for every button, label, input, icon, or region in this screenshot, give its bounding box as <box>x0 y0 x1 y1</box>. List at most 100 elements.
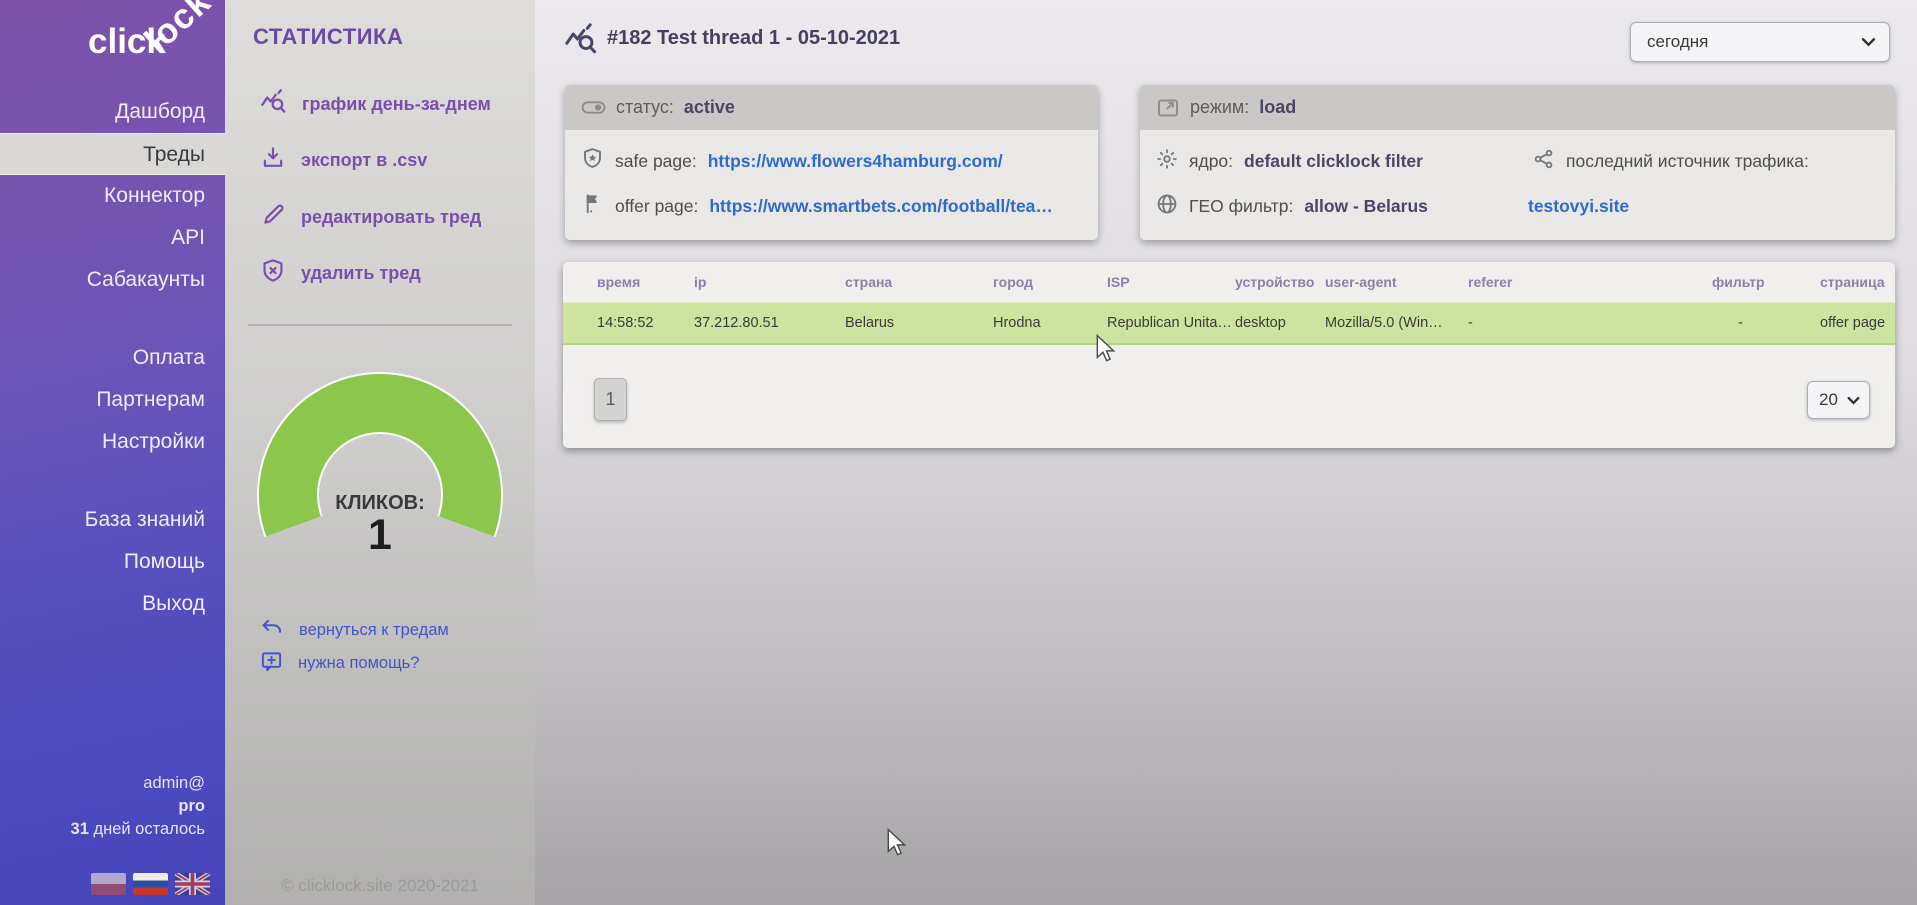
table-cell-9: offer page <box>1820 302 1895 344</box>
page-title: #182 Test thread 1 - 05-10-2021 <box>607 27 900 50</box>
link-label: вернуться к тредам <box>299 621 449 640</box>
visits-table-card: времяipстранагородISPустройствоuser-agen… <box>563 262 1895 448</box>
status-row-safe-page: safe page:https://www.flowers4hamburg.co… <box>581 146 1003 176</box>
status-card: статус: active safe page:https://www.flo… <box>565 85 1098 240</box>
clicklock-app: { "colors": { "accent_purple": "#7a4fab"… <box>0 0 1917 905</box>
poland-flag-icon[interactable] <box>91 873 126 895</box>
table-cell-3: Hrodna <box>993 302 1107 344</box>
mode-label: режим: <box>1190 97 1249 118</box>
menu-item-label: экспорт в .csv <box>301 150 427 171</box>
status-value: active <box>684 97 735 118</box>
menu-item-export-csv[interactable]: экспорт в .csv <box>260 142 427 178</box>
row-label: ГЕО фильтр: <box>1189 196 1293 217</box>
table-cell-6: Mozilla/5.0 (Win… <box>1325 302 1468 344</box>
uk-flag-icon[interactable] <box>175 873 210 895</box>
traffic-source-link-row: testovyi.site <box>1528 191 1629 221</box>
language-switcher <box>91 873 210 895</box>
table-cell-1: 37.212.80.51 <box>694 302 845 344</box>
row-value: allow - Belarus <box>1304 196 1428 217</box>
page-size-select[interactable]: 20 <box>1807 381 1870 419</box>
menu-item-edit-thread[interactable]: редактировать тред <box>260 199 481 235</box>
sidebar-item-dashboard[interactable]: Дашборд <box>0 91 225 133</box>
chart-search-icon <box>563 22 599 61</box>
chart-search-icon <box>260 88 287 120</box>
table-cell-4: Republican Unita… <box>1107 302 1235 344</box>
status-label: статус: <box>616 97 674 118</box>
row-label: offer page: <box>615 196 698 217</box>
stats-panel: СТАТИСТИКА график день-за-днем экспорт в … <box>225 0 535 905</box>
row-link[interactable]: https://www.smartbets.com/football/tea… <box>709 196 1053 217</box>
column-header-0: время <box>563 262 694 302</box>
main-content: #182 Test thread 1 - 05-10-2021 сегодня … <box>535 0 1917 905</box>
link-back-to-threads[interactable]: вернуться к тредам <box>260 617 449 644</box>
column-header-2: страна <box>845 262 993 302</box>
mode-card-header: режим: load <box>1140 85 1895 130</box>
globe-icon <box>1156 193 1178 220</box>
sidebar-item-threads[interactable]: Треды <box>0 133 225 175</box>
page-size-value: 20 <box>1819 390 1838 410</box>
undo-icon <box>260 616 284 645</box>
link-label: нужна помощь? <box>298 654 419 673</box>
copyright-footer: © clicklock.site 2020-2021 <box>225 876 535 896</box>
table-cell-2: Belarus <box>845 302 993 344</box>
period-select[interactable]: сегодня <box>1630 22 1890 62</box>
chevron-down-icon <box>1861 37 1876 47</box>
status-card-header: статус: active <box>565 85 1098 130</box>
mode-row-last-traffic-source: последний источник трафика: <box>1533 146 1809 176</box>
column-header-8: фильтр <box>1712 262 1820 302</box>
traffic-source-link[interactable]: testovyi.site <box>1528 196 1629 217</box>
account-plan: pro <box>71 795 205 818</box>
share-icon <box>1533 148 1555 175</box>
period-select-value: сегодня <box>1647 32 1708 52</box>
column-header-3: город <box>993 262 1107 302</box>
gear-icon <box>1156 148 1178 175</box>
chevron-down-icon <box>1847 396 1860 405</box>
row-value: default clicklock filter <box>1244 151 1423 172</box>
column-header-5: устройство <box>1235 262 1325 302</box>
row-label: последний источник трафика: <box>1566 151 1809 172</box>
sidebar-item-api[interactable]: API <box>0 217 225 259</box>
link-need-help[interactable]: нужна помощь? <box>260 650 419 677</box>
sidebar-item-payment[interactable]: Оплата <box>0 337 225 379</box>
sidebar-item-knowledge-base[interactable]: База знаний <box>0 499 225 541</box>
table-row[interactable]: 14:58:5237.212.80.51BelarusHrodnaRepubli… <box>563 302 1895 344</box>
menu-item-label: редактировать тред <box>301 207 481 228</box>
download-icon <box>260 145 286 176</box>
mode-value: load <box>1259 97 1296 118</box>
table-body: 14:58:5237.212.80.51BelarusHrodnaRepubli… <box>563 302 1895 344</box>
shield-x-icon <box>260 258 286 289</box>
column-header-4: ISP <box>1107 262 1235 302</box>
account-email: admin@ <box>71 772 205 795</box>
menu-item-chart-day-by-day[interactable]: график день-за-днем <box>260 86 491 122</box>
column-header-1: ip <box>694 262 845 302</box>
mode-card: режим: load ядро: default clicklock filte… <box>1140 85 1895 240</box>
stats-panel-title: СТАТИСТИКА <box>253 24 403 50</box>
column-header-7: referer <box>1468 262 1712 302</box>
sidebar-item-partners[interactable]: Партнерам <box>0 379 225 421</box>
menu-item-delete-thread[interactable]: удалить тред <box>260 255 421 291</box>
sidebar-item-help[interactable]: Помощь <box>0 541 225 583</box>
table-cell-7: - <box>1468 302 1712 344</box>
sidebar-item-logout[interactable]: Выход <box>0 583 225 625</box>
sidebar: clicklock ДашбордТредыКоннекторAPIСабака… <box>0 0 225 905</box>
column-header-9: страница <box>1820 262 1895 302</box>
page-1-button[interactable]: 1 <box>594 378 627 421</box>
column-header-6: user-agent <box>1325 262 1468 302</box>
account-days-left: 31 дней осталось <box>71 818 205 841</box>
toggle-icon <box>581 95 606 120</box>
stats-divider <box>248 324 512 326</box>
account-info: admin@ pro 31 дней осталось <box>71 772 205 841</box>
row-label: ядро: <box>1189 151 1233 172</box>
russia-flag-icon[interactable] <box>133 873 168 895</box>
sidebar-item-subaccounts[interactable]: Сабакаунты <box>0 259 225 301</box>
sidebar-item-settings[interactable]: Настройки <box>0 421 225 463</box>
row-link[interactable]: https://www.flowers4hamburg.com/ <box>708 151 1003 172</box>
table-cell-5: desktop <box>1235 302 1325 344</box>
flag-icon <box>581 192 604 220</box>
add-comment-icon <box>260 650 283 678</box>
sidebar-item-connector[interactable]: Коннектор <box>0 175 225 217</box>
table-cell-8: - <box>1712 302 1820 344</box>
status-row-offer-page: offer page: https://www.smartbets.com/foo… <box>581 191 1053 221</box>
table-cell-0: 14:58:52 <box>563 302 694 344</box>
clicklock-logo[interactable]: clicklock <box>88 22 240 62</box>
